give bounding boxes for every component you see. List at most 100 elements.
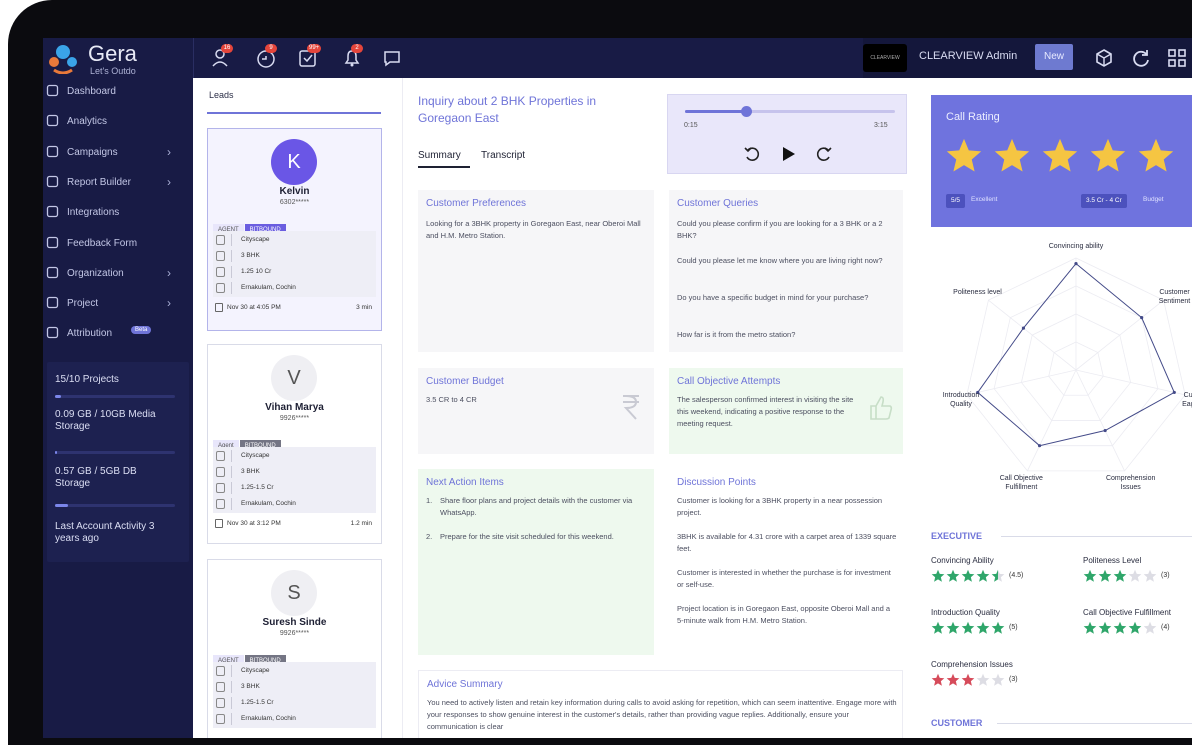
notification-badge: 2 (351, 44, 363, 53)
detail-text: Cityscape (241, 236, 270, 243)
grid-icon[interactable] (1166, 47, 1188, 69)
current-time: 0:15 (684, 122, 698, 129)
star-icon (946, 673, 960, 687)
media-storage-text: 0.09 GB / 10GB Media Storage (55, 409, 175, 433)
sidebar-item-report-builder[interactable]: Report Builder› (43, 172, 193, 194)
lead-card[interactable]: VVihan Marya9926*****AgentBITBOUNDCitysc… (207, 344, 382, 544)
lead-card[interactable]: KKelvin6302*****AGENTBITBOUNDCityscape3 … (207, 128, 382, 331)
detail-text: Ernakulam, Cochin (241, 500, 296, 507)
media-storage-bar (55, 451, 175, 454)
sidebar-item-label: Integrations (67, 207, 119, 218)
sidebar-item-campaigns[interactable]: Campaigns› (43, 142, 193, 164)
metric-value: (3) (1009, 676, 1018, 683)
radar-axis (1076, 300, 1164, 370)
star-icon (1083, 569, 1097, 583)
audio-scrubber[interactable] (741, 106, 752, 117)
discussion-item: 3BHK is available for 4.31 crore with a … (677, 531, 897, 555)
leads-notification-button[interactable]: 16 (211, 47, 233, 69)
sidebar-item-attribution[interactable]: AttributionBeta (43, 323, 193, 345)
alerts-notification-button[interactable]: 2 (341, 47, 363, 69)
cube-icon[interactable] (1093, 47, 1115, 69)
sidebar-item-organization[interactable]: Organization› (43, 263, 193, 285)
tab-summary[interactable]: Summary (418, 150, 461, 161)
audio-progress-track[interactable] (685, 110, 895, 113)
messages-button[interactable] (381, 47, 403, 69)
sidebar-item-integrations[interactable]: Integrations (43, 202, 193, 224)
client-logo: CLEARVIEW (863, 44, 907, 72)
discussion-points-card: Discussion Points Customer is looking fo… (669, 469, 903, 655)
new-button[interactable]: New (1035, 44, 1073, 70)
score-pill: 5/5 (946, 194, 965, 208)
calls-notification-button[interactable]: 9 (255, 47, 277, 69)
leads-title: Leads (209, 90, 234, 100)
customer-preferences-card: Customer Preferences Looking for a 3BHK … (418, 190, 654, 352)
top-bar: Gera Let's Outdo 16 9 99+ 2 CLEARVIEW CL… (43, 38, 1192, 78)
sidebar-item-dashboard[interactable]: Dashboard (43, 81, 193, 103)
lead-footer: Nov 30 at 4:05 PM3 min (213, 301, 376, 315)
tasks-notification-button[interactable]: 99+ (297, 47, 319, 69)
refresh-icon[interactable] (1130, 47, 1152, 69)
brand-logo[interactable]: Gera Let's Outdo (48, 41, 193, 75)
star-icon (1143, 569, 1157, 583)
star-icon (1143, 621, 1157, 635)
integrations-icon (46, 205, 59, 218)
metric-stars (931, 569, 1006, 585)
action-item: Share floor plans and project details wi… (440, 495, 640, 519)
lead-card[interactable]: SSuresh Sinde9926*****AGENTBITBOUNDCitys… (207, 559, 382, 738)
star-icon (976, 569, 990, 583)
call-duration: 3 min (356, 304, 372, 311)
rating-metric: Comprehension Issues(3) (931, 660, 1071, 700)
call-date: Nov 30 at 3:12 PM (227, 520, 281, 527)
star-icon (991, 673, 1005, 687)
detail-separator (231, 250, 232, 262)
detail-text: Cityscape (241, 452, 270, 459)
chevron-right-icon: › (167, 175, 171, 189)
detail-separator (231, 282, 232, 294)
radar-label: Customer Sentiment (1145, 288, 1192, 306)
sidebar-item-analytics[interactable]: Analytics (43, 111, 193, 133)
notification-badge: 9 (265, 44, 277, 53)
db-storage-bar (55, 504, 175, 507)
account-name[interactable]: CLEARVIEW Admin (919, 50, 1017, 62)
score-label: Excellent (971, 196, 997, 203)
radar-point (1104, 429, 1107, 432)
play-icon[interactable] (778, 144, 798, 164)
star-icon (1128, 569, 1142, 583)
rewind-icon[interactable] (742, 144, 762, 164)
lead-details: Cityscape3 BHK1.25 10 CrErnakulam, Cochi… (213, 231, 376, 297)
metric-value: (4) (1161, 624, 1170, 631)
progress-fill (55, 395, 61, 398)
card-heading: Customer Budget (426, 376, 504, 387)
metric-name: Convincing Ability (931, 556, 994, 565)
discussion-item: Project location is in Goregaon East, op… (677, 603, 897, 627)
star-icon (1128, 621, 1142, 635)
detail-text: 3 BHK (241, 683, 260, 690)
star-icon (1098, 621, 1112, 635)
radar-label: Convincing ability (1046, 242, 1106, 251)
sidebar-item-project[interactable]: Project› (43, 293, 193, 315)
lead-details: Cityscape3 BHK1.25-1.5 CrErnakulam, Coch… (213, 662, 376, 728)
card-heading: Advice Summary (427, 679, 503, 690)
star-icon (1098, 569, 1112, 583)
calendar-icon (215, 519, 223, 528)
metric-value: (4.5) (1009, 572, 1023, 579)
total-time: 3:15 (874, 122, 888, 129)
detail-separator (231, 498, 232, 510)
sidebar-item-feedback-form[interactable]: Feedback Form (43, 233, 193, 255)
detail-text: 3 BHK (241, 468, 260, 475)
detail-separator (231, 713, 232, 725)
tab-transcript[interactable]: Transcript (481, 150, 525, 161)
star-icon (961, 621, 975, 635)
leads-panel: Leads KKelvin6302*****AGENTBITBOUNDCitys… (193, 78, 403, 738)
app-screen: Gera Let's Outdo 16 9 99+ 2 CLEARVIEW CL… (43, 38, 1192, 738)
rating-metric: Convincing Ability (4.5) (931, 556, 1071, 596)
star-icon (961, 569, 975, 583)
card-text: Looking for a 3BHK property in Goregaon … (426, 218, 641, 242)
lead-phone: 9926***** (208, 415, 381, 422)
analytics-icon (46, 114, 59, 127)
forward-icon[interactable] (814, 144, 834, 164)
avatar: K (271, 139, 317, 185)
star-icon (976, 621, 990, 635)
customer-queries-card: Customer Queries Could you please confir… (669, 190, 903, 352)
action-item: Prepare for the site visit scheduled for… (440, 531, 640, 543)
